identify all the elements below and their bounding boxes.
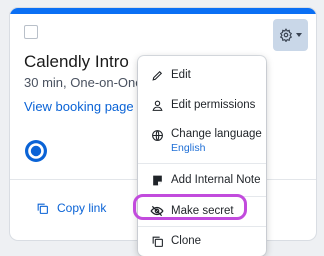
card-accent-bar [10,8,316,14]
menu-item-label: Edit permissions [171,99,256,111]
copy-link-button[interactable]: Copy link [36,201,106,215]
calendly-logo-icon [24,139,48,168]
menu-divider [138,226,266,227]
menu-item-edit[interactable]: Edit [150,68,191,82]
select-checkbox[interactable] [24,25,38,39]
globe-icon [150,128,164,142]
menu-item-edit-permissions[interactable]: Edit permissions [150,98,255,112]
copy-icon [37,203,48,214]
chevron-down-icon [296,33,302,37]
menu-item-clone[interactable]: Clone [150,234,201,248]
settings-menu-button[interactable] [273,19,308,51]
menu-item-change-language[interactable]: Change language English [150,128,262,154]
menu-item-label: Clone [171,235,202,247]
event-title: Calendly Intro [24,52,129,71]
note-icon [150,173,164,187]
current-language: English [171,142,206,154]
menu-divider [138,163,266,164]
settings-dropdown-menu: Edit Edit permissions Change language En… [133,56,266,256]
gear-icon [279,28,293,42]
menu-item-label: Add Internal Note [171,174,261,186]
clone-icon [150,234,164,248]
view-booking-page-link[interactable]: View booking page [24,99,134,114]
event-meta: 30 min, One-on-One [24,75,143,90]
person-icon [150,98,164,112]
pencil-icon [150,68,164,82]
menu-item-add-internal-note[interactable]: Add Internal Note [150,173,261,187]
highlight-outline [133,194,247,220]
menu-item-label: Edit [171,69,191,81]
copy-link-label: Copy link [57,201,107,215]
menu-item-label: Change language [171,128,262,140]
